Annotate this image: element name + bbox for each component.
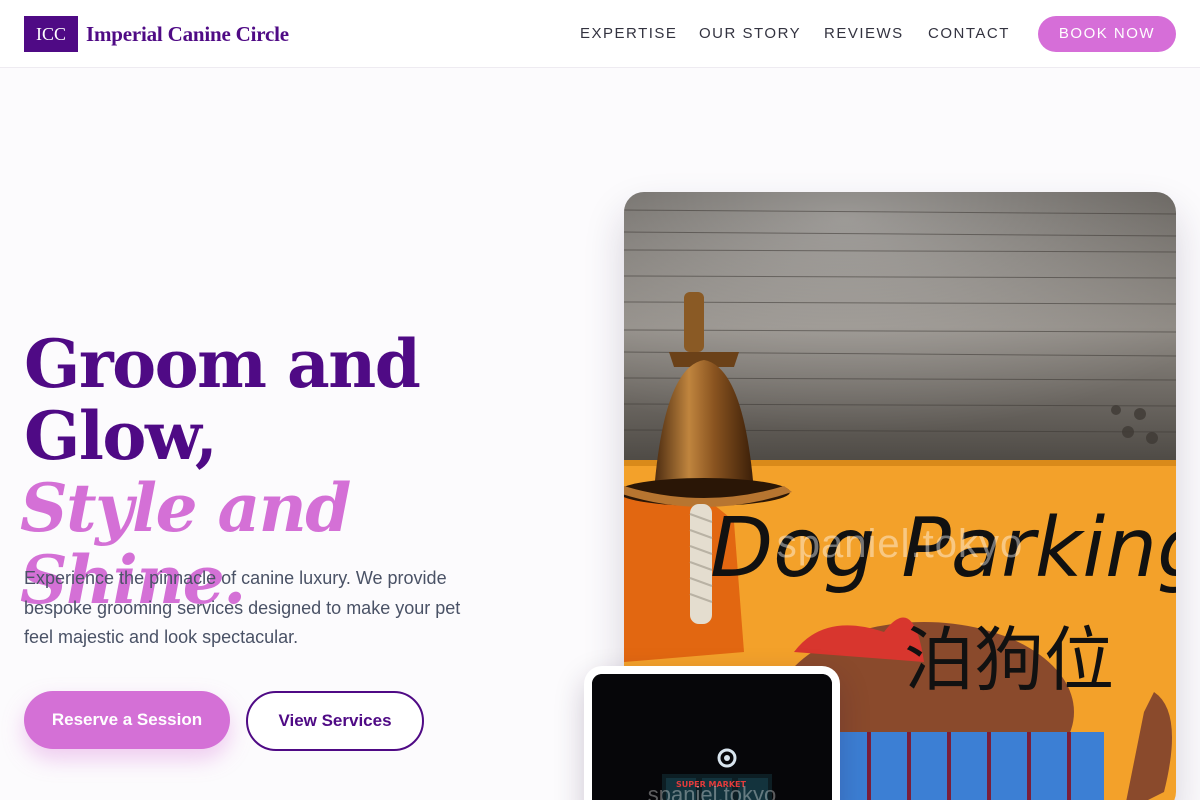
brand-name[interactable]: Imperial Canine Circle (86, 20, 289, 48)
hero-description: Experience the pinnacle of canine luxury… (24, 568, 461, 647)
site-header: ICC Imperial Canine Circle EXPERTISE OUR… (0, 0, 1200, 68)
nav-contact[interactable]: CONTACT (928, 24, 1010, 44)
logo-badge[interactable]: ICC (24, 16, 78, 52)
inset-watermark: spaniel.tokyo (647, 782, 777, 800)
reserve-session-button[interactable]: Reserve a Session (24, 691, 230, 749)
night-storefront-photo: SUPER MARKET spaniel.tokyo (592, 674, 832, 800)
nav-expertise[interactable]: EXPERTISE (580, 24, 677, 44)
headline-line-1: Groom and (24, 325, 421, 403)
nav-our-story[interactable]: OUR STORY (699, 24, 801, 44)
headline-line-2: Glow, (24, 397, 218, 475)
inset-photo-card: SUPER MARKET spaniel.tokyo (584, 666, 840, 800)
nav-reviews[interactable]: REVIEWS (824, 24, 904, 44)
sign-cjk: 泊狗位 (904, 619, 1114, 701)
hero-watermark: spaniel.tokyo (776, 522, 1024, 566)
book-now-button[interactable]: BOOK NOW (1038, 16, 1176, 52)
view-services-button[interactable]: View Services (246, 691, 424, 751)
